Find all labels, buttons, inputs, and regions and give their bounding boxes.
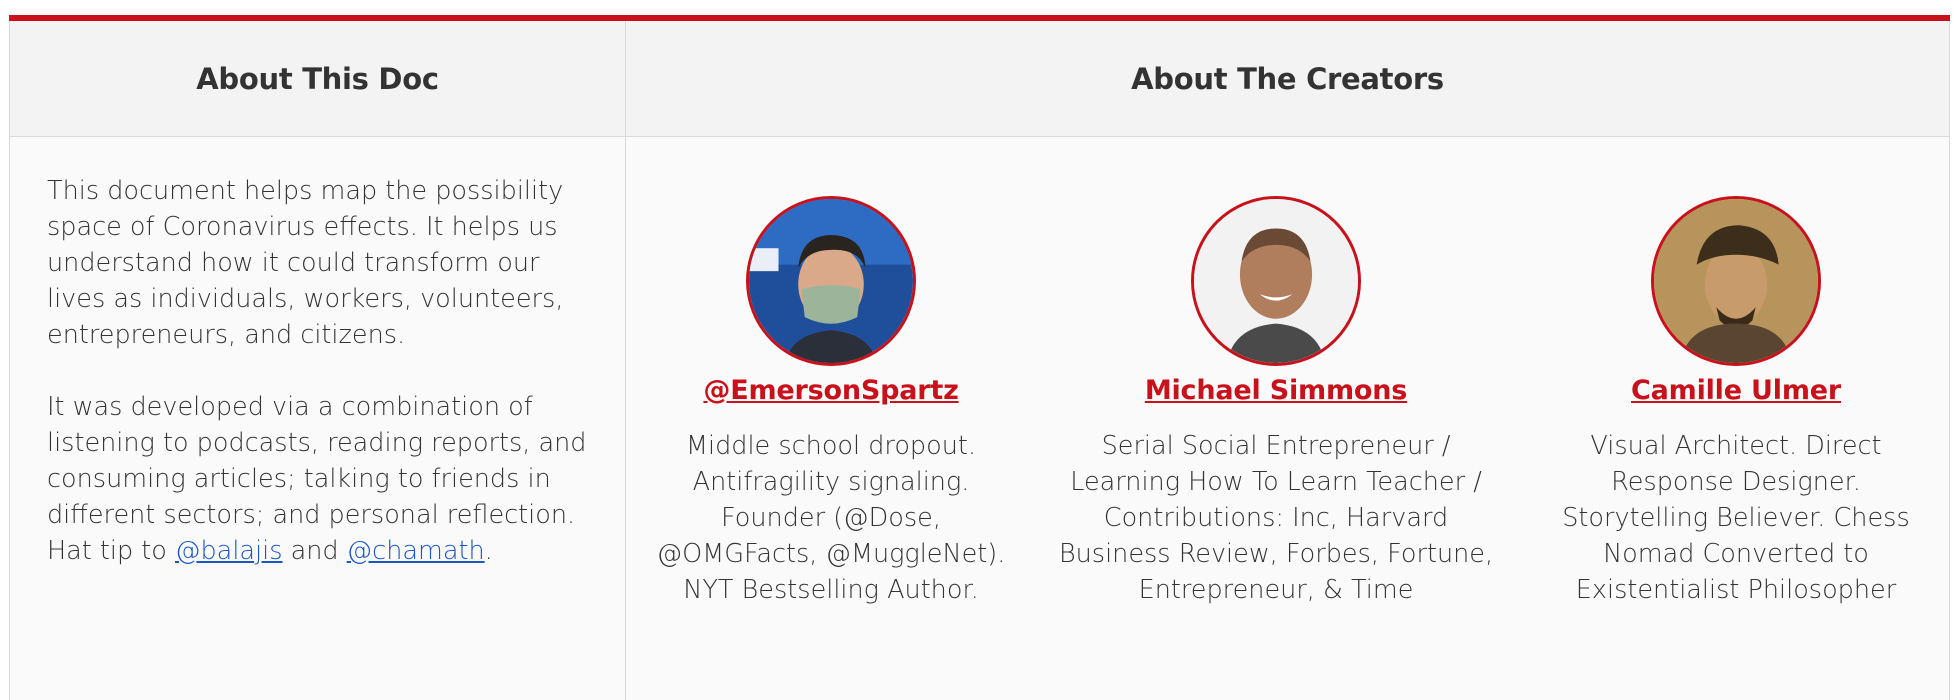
creator-bio-camille: Visual Architect. Direct Response Design… [1562,431,1910,605]
about-table: About This Doc About The Creators This d… [9,21,1950,700]
creator-card-emerson: @EmersonSpartz Middle school dropout. An… [626,137,1036,608]
about-doc-heading-text: About This Doc [196,61,439,96]
emerson-photo [749,199,913,363]
avatar-emerson [746,196,916,366]
creators-row: @EmersonSpartz Middle school dropout. An… [626,137,1949,700]
camille-photo [1654,199,1818,363]
creator-bio-emerson: Middle school dropout. Antifragility sig… [656,431,1006,605]
creator-name-camille[interactable]: Camille Ulmer [1526,375,1946,406]
creator-name-emerson[interactable]: @EmersonSpartz [626,375,1036,406]
avatar-michael [1191,196,1361,366]
creator-card-michael: Michael Simmons Serial Social Entreprene… [1046,137,1506,608]
michael-photo [1194,199,1358,363]
creator-bio-michael: Serial Social Entrepreneur / Learning Ho… [1058,431,1494,605]
balajis-link[interactable]: @balajis [175,536,282,566]
about-doc-text: This document helps map the possibility … [10,137,625,569]
chamath-link[interactable]: @chamath [347,536,485,566]
doc-paragraph-1: This document helps map the possibility … [47,176,564,350]
about-doc-cell: This document helps map the possibility … [10,137,626,700]
and-text: and [282,536,347,566]
about-creators-heading-text: About The Creators [1131,61,1444,96]
about-doc-heading: About This Doc [10,21,626,137]
doc-paragraph-2: It was developed via a combination of li… [47,389,595,569]
avatar-camille [1651,196,1821,366]
creator-card-camille: Camille Ulmer Visual Architect. Direct R… [1526,137,1946,608]
creator-name-michael[interactable]: Michael Simmons [1046,375,1506,406]
period-text: . [484,536,493,566]
about-creators-cell: @EmersonSpartz Middle school dropout. An… [626,137,1949,700]
about-creators-heading: About The Creators [626,21,1949,137]
